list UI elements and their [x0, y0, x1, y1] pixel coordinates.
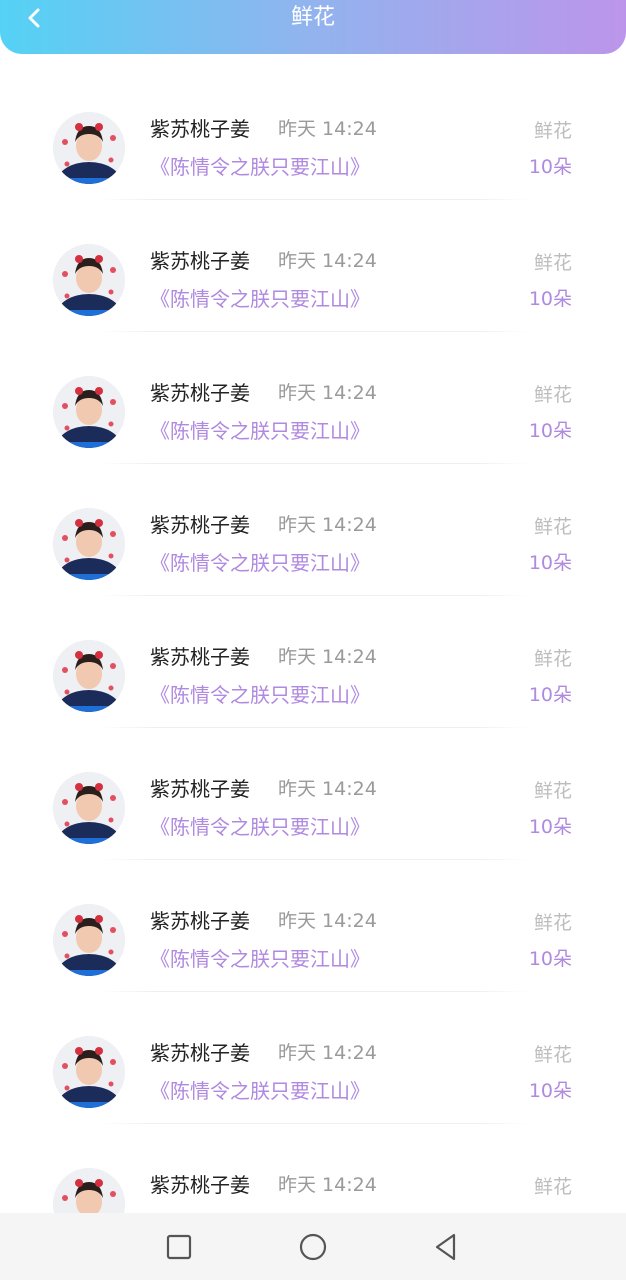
avatar-image — [53, 1168, 125, 1213]
user-name[interactable]: 紫苏桃子姜 — [150, 776, 250, 802]
gift-type-label: 鲜花 — [533, 120, 572, 142]
avatar[interactable] — [53, 640, 125, 712]
circle-home-icon — [299, 1233, 327, 1260]
gift-count: 10朵 — [528, 684, 572, 706]
triangle-back-icon — [435, 1233, 456, 1260]
avatar-image — [53, 772, 125, 844]
book-title-link[interactable]: 《陈情令之朕只要江山》 — [150, 550, 370, 576]
page-title: 鲜花 — [290, 5, 335, 30]
user-name[interactable]: 紫苏桃子姜 — [150, 116, 250, 142]
list-item[interactable]: 紫苏桃子姜 昨天 14:24 《陈情令之朕只要江山》 鲜花 10朵 — [0, 596, 626, 728]
gift-type-label: 鲜花 — [533, 780, 572, 802]
book-title-link[interactable]: 《陈情令之朕只要江山》 — [150, 154, 370, 180]
avatar[interactable] — [53, 772, 125, 844]
gift-time: 昨天 14:24 — [278, 118, 377, 140]
book-title-link[interactable]: 《陈情令之朕只要江山》 — [150, 286, 370, 312]
gift-time: 昨天 14:24 — [278, 1042, 377, 1064]
avatar[interactable] — [53, 1168, 125, 1213]
list-item[interactable]: 紫苏桃子姜 昨天 14:24 《陈情令之朕只要江山》 鲜花 10朵 — [0, 464, 626, 596]
gift-time: 昨天 14:24 — [278, 250, 377, 272]
list-item[interactable]: 紫苏桃子姜 昨天 14:24 《陈情令之朕只要江山》 鲜花 10朵 — [0, 992, 626, 1124]
gift-type-label: 鲜花 — [533, 252, 572, 274]
gift-time: 昨天 14:24 — [278, 646, 377, 668]
nav-back-button[interactable] — [411, 1213, 481, 1280]
user-name[interactable]: 紫苏桃子姜 — [150, 644, 250, 670]
gift-time: 昨天 14:24 — [278, 778, 377, 800]
avatar[interactable] — [53, 1036, 125, 1108]
gift-time: 昨天 14:24 — [278, 910, 377, 932]
avatar[interactable] — [53, 904, 125, 976]
gift-type-label: 鲜花 — [533, 1044, 572, 1066]
gift-count: 10朵 — [528, 420, 572, 442]
user-name[interactable]: 紫苏桃子姜 — [150, 908, 250, 934]
gift-type-label: 鲜花 — [533, 648, 572, 670]
list-item[interactable]: 紫苏桃子姜 昨天 14:24 鲜花 — [0, 1124, 626, 1213]
avatar[interactable] — [53, 244, 125, 316]
gift-type-label: 鲜花 — [533, 912, 572, 934]
book-title-link[interactable]: 《陈情令之朕只要江山》 — [150, 682, 370, 708]
gift-type-label: 鲜花 — [533, 384, 572, 406]
avatar[interactable] — [53, 508, 125, 580]
list-item[interactable]: 紫苏桃子姜 昨天 14:24 《陈情令之朕只要江山》 鲜花 10朵 — [0, 200, 626, 332]
list-item[interactable]: 紫苏桃子姜 昨天 14:24 《陈情令之朕只要江山》 鲜花 10朵 — [0, 68, 626, 200]
gift-time: 昨天 14:24 — [278, 514, 377, 536]
recents-button[interactable] — [144, 1213, 214, 1280]
user-name[interactable]: 紫苏桃子姜 — [150, 512, 250, 538]
avatar-image — [53, 376, 125, 448]
gift-count: 10朵 — [528, 816, 572, 838]
gift-type-label: 鲜花 — [533, 516, 572, 538]
book-title-link[interactable]: 《陈情令之朕只要江山》 — [150, 946, 370, 972]
gift-time: 昨天 14:24 — [278, 382, 377, 404]
square-recents-icon — [166, 1234, 192, 1259]
book-title-link[interactable]: 《陈情令之朕只要江山》 — [150, 1078, 370, 1104]
book-title-link[interactable]: 《陈情令之朕只要江山》 — [150, 418, 370, 444]
gift-count: 10朵 — [528, 948, 572, 970]
user-name[interactable]: 紫苏桃子姜 — [150, 1040, 250, 1066]
gift-type-label: 鲜花 — [533, 1176, 572, 1198]
system-navigation-bar — [0, 1213, 626, 1280]
gift-time: 昨天 14:24 — [278, 1174, 377, 1196]
avatar-image — [53, 112, 125, 184]
avatar[interactable] — [53, 376, 125, 448]
list-item[interactable]: 紫苏桃子姜 昨天 14:24 《陈情令之朕只要江山》 鲜花 10朵 — [0, 332, 626, 464]
app-header: 鲜花 — [0, 0, 626, 54]
user-name[interactable]: 紫苏桃子姜 — [150, 1172, 250, 1198]
avatar-image — [53, 1036, 125, 1108]
avatar-image — [53, 640, 125, 712]
avatar-image — [53, 904, 125, 976]
gift-count: 10朵 — [528, 552, 572, 574]
avatar-image — [53, 508, 125, 580]
book-title-link[interactable]: 《陈情令之朕只要江山》 — [150, 814, 370, 840]
gift-count: 10朵 — [528, 288, 572, 310]
gift-count: 10朵 — [528, 156, 572, 178]
flower-record-list[interactable]: 紫苏桃子姜 昨天 14:24 《陈情令之朕只要江山》 鲜花 10朵 紫苏桃子姜 … — [0, 68, 626, 1213]
user-name[interactable]: 紫苏桃子姜 — [150, 380, 250, 406]
home-button[interactable] — [278, 1213, 348, 1280]
avatar[interactable] — [53, 112, 125, 184]
list-item[interactable]: 紫苏桃子姜 昨天 14:24 《陈情令之朕只要江山》 鲜花 10朵 — [0, 860, 626, 992]
user-name[interactable]: 紫苏桃子姜 — [150, 248, 250, 274]
avatar-image — [53, 244, 125, 316]
gift-count: 10朵 — [528, 1080, 572, 1102]
list-item[interactable]: 紫苏桃子姜 昨天 14:24 《陈情令之朕只要江山》 鲜花 10朵 — [0, 728, 626, 860]
